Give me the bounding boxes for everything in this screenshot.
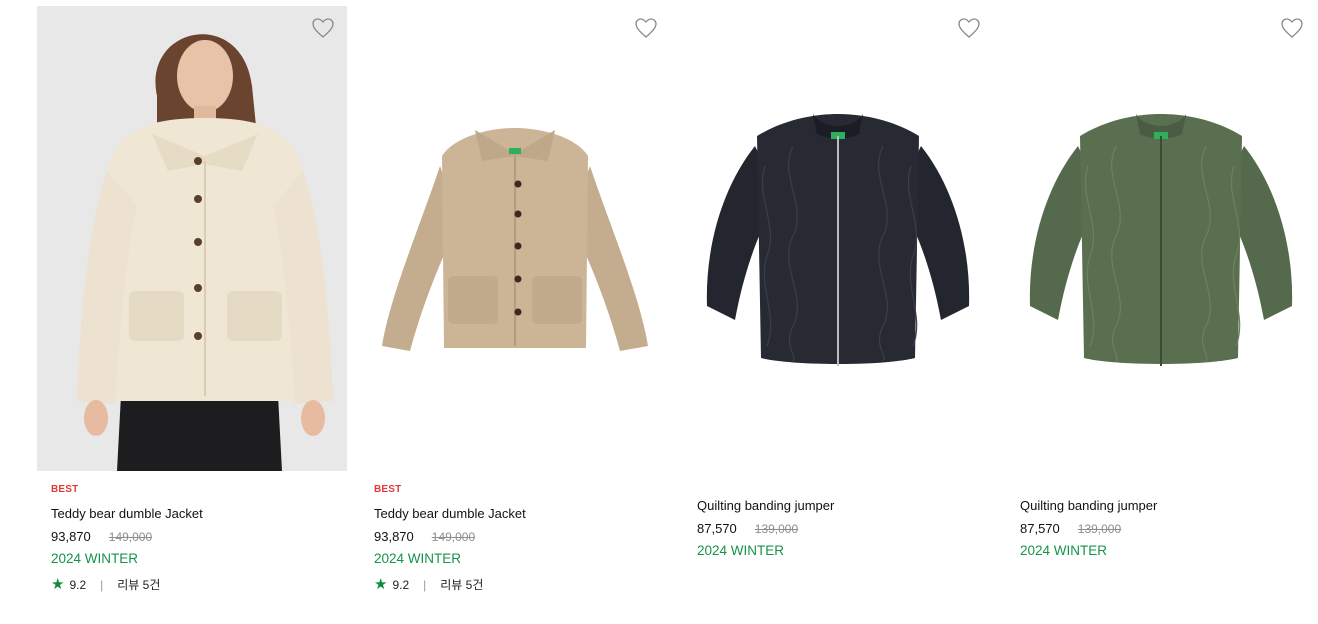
- quilted-jumper-khaki-image: [1029, 114, 1293, 366]
- season-tag: 2024 WINTER: [374, 551, 462, 566]
- heart-outline-icon[interactable]: [1280, 16, 1304, 40]
- product-card[interactable]: Quilting banding jumper 87,570 139,000 20…: [1006, 6, 1316, 558]
- price-row: 87,570 139,000: [1020, 521, 1121, 536]
- product-card[interactable]: Quilting banding jumper 87,570 139,000 20…: [683, 6, 993, 558]
- original-price: 139,000: [754, 522, 799, 536]
- season-tag: 2024 WINTER: [697, 543, 785, 558]
- teddy-jacket-tan-image: [382, 128, 648, 351]
- star-icon: ★: [51, 575, 65, 593]
- product-name[interactable]: Quilting banding jumper: [697, 498, 834, 513]
- sale-price: 87,570: [697, 521, 737, 536]
- separator: |: [423, 577, 427, 592]
- rating-row: ★ 9.2 | 리뷰 5건: [374, 576, 483, 593]
- product-image[interactable]: [1006, 6, 1316, 471]
- product-name[interactable]: Teddy bear dumble Jacket: [374, 506, 526, 521]
- original-price: 139,000: [1077, 522, 1122, 536]
- product-card[interactable]: BEST Teddy bear dumble Jacket 93,870 149,…: [360, 6, 670, 592]
- star-icon: ★: [374, 575, 388, 593]
- sale-price: 93,870: [374, 529, 414, 544]
- price-row: 93,870 149,000: [51, 529, 152, 544]
- sale-price: 87,570: [1020, 521, 1060, 536]
- sale-price: 93,870: [51, 529, 91, 544]
- product-image[interactable]: [37, 6, 347, 471]
- rating-row: ★ 9.2 | 리뷰 5건: [51, 576, 160, 593]
- product-card[interactable]: BEST Teddy bear dumble Jacket 93,870 149,…: [37, 6, 347, 592]
- heart-outline-icon[interactable]: [634, 16, 658, 40]
- original-price: 149,000: [108, 530, 153, 544]
- heart-outline-icon[interactable]: [311, 16, 335, 40]
- best-badge: BEST: [374, 484, 402, 495]
- heart-outline-icon[interactable]: [957, 16, 981, 40]
- product-image[interactable]: [683, 6, 993, 471]
- product-image[interactable]: [360, 6, 670, 471]
- original-price: 149,000: [431, 530, 476, 544]
- product-name[interactable]: Teddy bear dumble Jacket: [51, 506, 203, 521]
- review-count[interactable]: 리뷰 5건: [117, 576, 160, 593]
- season-tag: 2024 WINTER: [51, 551, 139, 566]
- product-name[interactable]: Quilting banding jumper: [1020, 498, 1157, 513]
- separator: |: [100, 577, 104, 592]
- price-row: 93,870 149,000: [374, 529, 475, 544]
- rating-value: 9.2: [69, 577, 87, 592]
- season-tag: 2024 WINTER: [1020, 543, 1108, 558]
- model-teddy-jacket-image: [37, 6, 347, 471]
- review-count[interactable]: 리뷰 5건: [440, 576, 483, 593]
- quilted-jumper-black-image: [706, 114, 970, 366]
- price-row: 87,570 139,000: [697, 521, 798, 536]
- best-badge: BEST: [51, 484, 79, 495]
- rating-value: 9.2: [392, 577, 410, 592]
